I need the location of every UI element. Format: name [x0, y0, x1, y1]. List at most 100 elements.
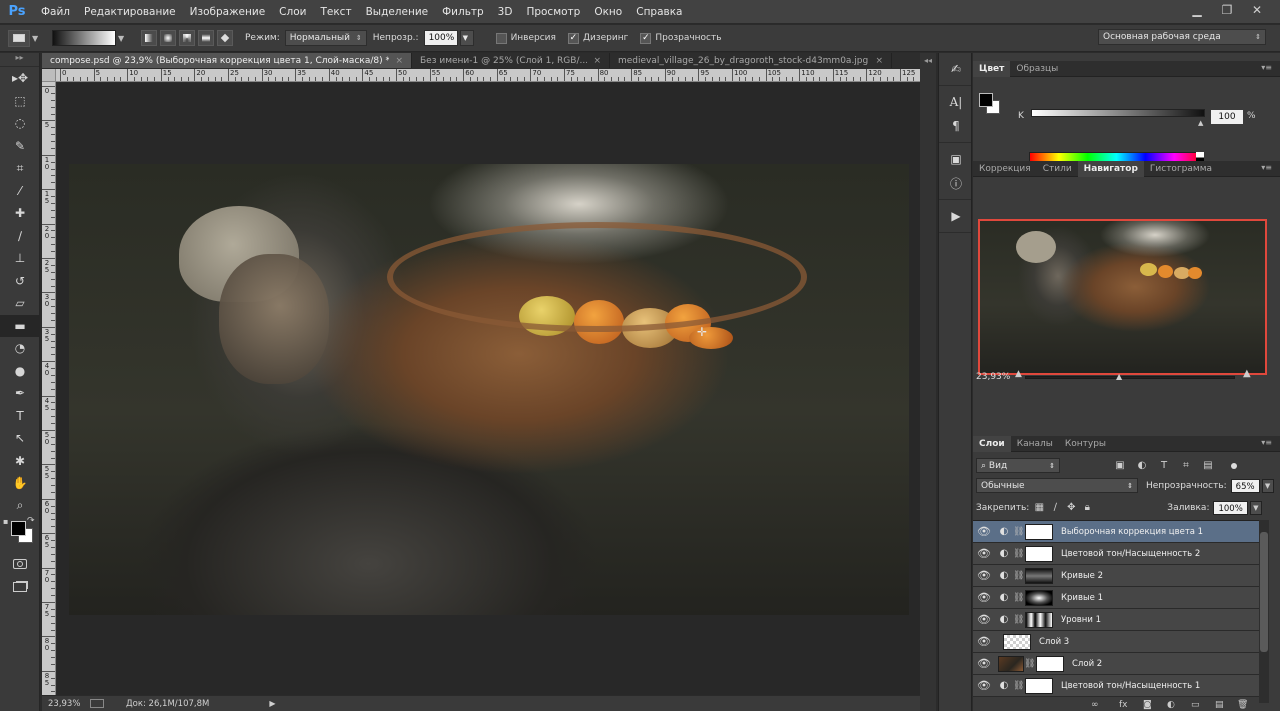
- mask-link-icon[interactable]: ⛓︎: [1024, 659, 1035, 669]
- quick-mask-button[interactable]: [0, 553, 40, 576]
- fill-dropdown-icon[interactable]: ▼: [1249, 500, 1262, 515]
- layer-opacity-input[interactable]: 65%: [1230, 478, 1260, 493]
- visibility-eye-icon[interactable]: 👁︎: [973, 547, 995, 560]
- new-layer-icon[interactable]: ▤: [1215, 700, 1224, 710]
- document-tab[interactable]: compose.psd @ 23,9% (Выборочная коррекци…: [42, 53, 412, 68]
- lock-all-icon[interactable]: 🔒︎: [1079, 500, 1095, 515]
- layer-mask-thumbnail[interactable]: [1025, 589, 1053, 606]
- tools-history-icon[interactable]: ✍: [939, 57, 973, 81]
- adjustment-layer-icon[interactable]: ◐: [995, 592, 1013, 603]
- dither-checkbox[interactable]: ✓ Дизеринг: [567, 32, 628, 44]
- chevron-down-icon[interactable]: ▼: [118, 34, 128, 43]
- panel-grip-icon[interactable]: ▸▸: [0, 53, 39, 67]
- crop-tool[interactable]: ⌗: [0, 157, 40, 180]
- menu-item[interactable]: Слои: [272, 6, 313, 18]
- mask-link-icon[interactable]: ⛓︎: [1013, 527, 1024, 537]
- layer-name[interactable]: Кривые 1: [1061, 593, 1103, 603]
- navigator-zoom-slider[interactable]: [1025, 376, 1235, 379]
- layer-mask-thumbnail[interactable]: [1025, 523, 1053, 540]
- layer-thumbnail[interactable]: [1003, 633, 1031, 650]
- layer-mask-thumbnail[interactable]: [1025, 567, 1053, 584]
- navigator-preview[interactable]: [978, 219, 1267, 375]
- photo-layer-composite[interactable]: [69, 164, 909, 615]
- swap-colors-icon[interactable]: ↷: [27, 516, 35, 526]
- foreground-color-swatch[interactable]: [979, 93, 993, 107]
- adjustment-layer-icon[interactable]: ◐: [995, 680, 1013, 691]
- history-brush-tool[interactable]: ↺: [0, 270, 40, 293]
- zoom-in-mountain-icon[interactable]: ▲: [1243, 368, 1251, 379]
- tab-channels[interactable]: Каналы: [1011, 436, 1059, 452]
- menu-item[interactable]: Редактирование: [77, 6, 183, 18]
- filter-adjustment-icon[interactable]: ◐: [1134, 458, 1150, 473]
- menu-item[interactable]: Просмотр: [519, 6, 587, 18]
- zoom-out-mountain-icon[interactable]: ▲: [1015, 369, 1022, 379]
- link-layers-icon[interactable]: ∞: [1091, 700, 1099, 710]
- new-group-icon[interactable]: ▭: [1191, 700, 1200, 710]
- filter-shape-icon[interactable]: ⌗: [1178, 458, 1194, 473]
- layer-mask-thumbnail[interactable]: [1025, 677, 1053, 694]
- angle-gradient-button[interactable]: [179, 30, 195, 46]
- quick-select-tool[interactable]: ✎: [0, 135, 40, 158]
- document-tab[interactable]: medieval_village_26_by_dragoroth_stock-d…: [610, 53, 892, 68]
- ruler-origin[interactable]: [42, 69, 56, 82]
- layer-style-icon[interactable]: fx: [1119, 700, 1128, 710]
- tab-swatches[interactable]: Образцы: [1010, 61, 1064, 77]
- layer-row[interactable]: 👁︎ ◐ ⛓︎ Цветовой тон/Насыщенность 2: [973, 543, 1259, 565]
- status-menu-arrow-icon[interactable]: ▶: [269, 699, 275, 708]
- layer-name[interactable]: Кривые 2: [1061, 571, 1103, 581]
- brush-tool[interactable]: ∕: [0, 225, 40, 248]
- adjustment-layer-icon[interactable]: ◐: [995, 548, 1013, 559]
- slider-thumb-icon[interactable]: ▲: [1116, 372, 1122, 381]
- visibility-eye-icon[interactable]: 👁︎: [973, 591, 995, 604]
- menu-item[interactable]: Файл: [34, 6, 77, 18]
- layer-name[interactable]: Цветовой тон/Насыщенность 1: [1061, 681, 1200, 691]
- menu-item[interactable]: 3D: [491, 6, 520, 18]
- character-icon[interactable]: A|: [939, 90, 973, 114]
- panel-collapse-strip[interactable]: ◂◂: [920, 53, 936, 711]
- pen-tool[interactable]: ✒: [0, 382, 40, 405]
- layer-mask-thumbnail[interactable]: [1025, 545, 1053, 562]
- gradient-tool[interactable]: ▬: [0, 314, 40, 337]
- document-canvas[interactable]: ✛: [57, 83, 920, 695]
- k-channel-slider[interactable]: [1031, 109, 1205, 117]
- foreground-color-swatch[interactable]: [11, 521, 26, 536]
- layer-row[interactable]: 👁︎ ◐ ⛓︎ Кривые 1: [973, 587, 1259, 609]
- adjustment-layer-icon[interactable]: ◐: [995, 526, 1013, 537]
- layer-image-thumbnail[interactable]: [998, 655, 1024, 672]
- healing-brush-tool[interactable]: ✚: [0, 202, 40, 225]
- menu-item[interactable]: Текст: [313, 6, 358, 18]
- layer-row[interactable]: 👁︎ Слой 3: [973, 631, 1259, 653]
- layer-row[interactable]: 👁︎ ◐ ⛓︎ Выборочная коррекция цвета 1: [973, 521, 1259, 543]
- lasso-tool[interactable]: ◌: [0, 112, 40, 135]
- reflected-gradient-button[interactable]: [198, 30, 214, 46]
- visibility-eye-icon[interactable]: 👁︎: [973, 613, 995, 626]
- adjustment-layer-icon[interactable]: ◐: [995, 570, 1013, 581]
- inverse-checkbox[interactable]: Инверсия: [495, 32, 556, 44]
- close-button[interactable]: ✕: [1248, 2, 1266, 18]
- radial-gradient-button[interactable]: [160, 30, 176, 46]
- opacity-dropdown-icon[interactable]: ▼: [1261, 478, 1274, 493]
- panel-menu-icon[interactable]: ▾≡: [1261, 438, 1272, 447]
- default-colors-icon[interactable]: ▪: [3, 517, 8, 526]
- panel-menu-icon[interactable]: ▾≡: [1261, 63, 1272, 72]
- layer-list-scrollbar[interactable]: [1259, 520, 1269, 703]
- adjustment-layer-icon[interactable]: ◐: [995, 614, 1013, 625]
- layer-name[interactable]: Слой 2: [1072, 659, 1102, 669]
- tab-histogram[interactable]: Гистограмма: [1144, 161, 1218, 177]
- menu-item[interactable]: Изображение: [183, 6, 273, 18]
- gradient-preview[interactable]: [52, 30, 116, 46]
- layer-row[interactable]: 👁︎ ⛓︎ Слой 2: [973, 653, 1259, 675]
- chevron-down-icon[interactable]: ▼: [32, 34, 42, 43]
- mask-link-icon[interactable]: ⛓︎: [1013, 681, 1024, 691]
- transparency-checkbox[interactable]: ✓ Прозрачность: [640, 32, 722, 44]
- blur-tool[interactable]: ◔: [0, 337, 40, 360]
- tab-layers[interactable]: Слои: [973, 435, 1011, 452]
- properties-icon[interactable]: ⓘ: [939, 171, 973, 195]
- layer-name[interactable]: Слой 3: [1039, 637, 1069, 647]
- paragraph-icon[interactable]: ¶: [939, 114, 973, 138]
- add-mask-icon[interactable]: ◙: [1143, 700, 1152, 710]
- status-zoom[interactable]: 23,93%: [42, 699, 88, 709]
- visibility-eye-icon[interactable]: 👁︎: [973, 635, 995, 648]
- lock-transparent-icon[interactable]: ▦: [1031, 500, 1047, 515]
- zoom-tool[interactable]: ⌕: [0, 495, 40, 518]
